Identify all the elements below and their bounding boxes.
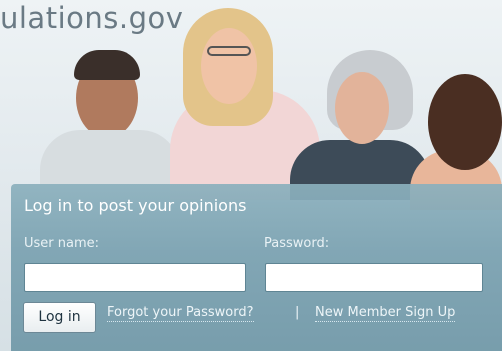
- password-label: Password:: [264, 236, 330, 251]
- username-input[interactable]: [24, 263, 246, 292]
- login-button[interactable]: Log in: [23, 302, 96, 333]
- person-body-1: [40, 130, 180, 190]
- login-title: Log in to post your opinions: [24, 196, 247, 215]
- password-input[interactable]: [265, 263, 483, 292]
- link-separator: |: [295, 305, 300, 320]
- username-label: User name:: [24, 236, 100, 251]
- forgot-password-link[interactable]: Forgot your Password?: [107, 305, 254, 322]
- person-photo-2: [183, 8, 273, 126]
- person-photo-3: [327, 50, 413, 150]
- person-photo-4: [428, 74, 502, 170]
- login-panel: Log in to post your opinions User name: …: [11, 184, 502, 351]
- site-logo-text: ulations.gov: [0, 1, 184, 35]
- new-member-signup-link[interactable]: New Member Sign Up: [315, 305, 456, 322]
